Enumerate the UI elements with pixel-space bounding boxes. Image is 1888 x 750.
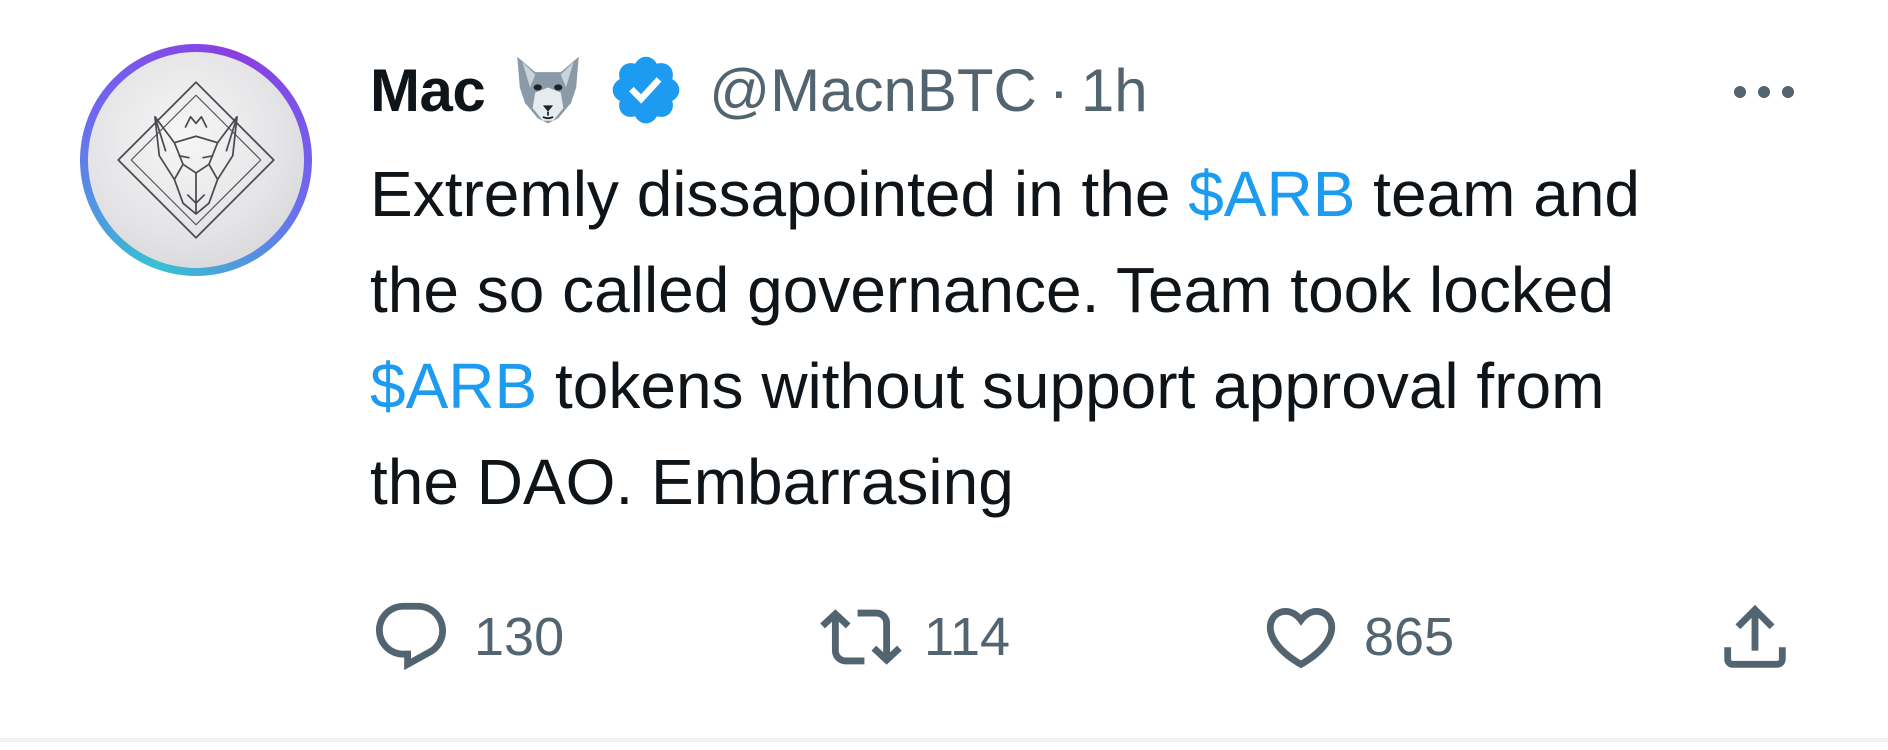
action-bar: 130 114 865 bbox=[370, 596, 1810, 678]
wolf-emoji bbox=[507, 49, 589, 131]
text-span: the DAO. Embarrasing bbox=[370, 446, 1014, 518]
tweet-line: $ARB tokens without support approval fro… bbox=[370, 338, 1830, 434]
cashtag-link[interactable]: $ARB bbox=[1188, 158, 1355, 230]
tweet-line: the DAO. Embarrasing bbox=[370, 434, 1830, 530]
author-name[interactable]: Mac bbox=[370, 56, 486, 125]
avatar-wolf-logo bbox=[88, 52, 304, 268]
reply-button[interactable]: 130 bbox=[370, 596, 564, 678]
tweet-text: Extremly dissapointed in the $ARB team a… bbox=[370, 146, 1830, 530]
more-icon[interactable] bbox=[1728, 72, 1800, 112]
like-icon bbox=[1266, 607, 1336, 669]
cashtag-link[interactable]: $ARB bbox=[370, 350, 537, 422]
verified-badge-icon[interactable] bbox=[607, 51, 685, 129]
like-count: 865 bbox=[1364, 607, 1455, 667]
tweet-timestamp[interactable]: 1h bbox=[1081, 56, 1148, 125]
avatar[interactable] bbox=[80, 44, 312, 276]
retweet-icon bbox=[820, 609, 902, 665]
tweet-line: the so called governance. Team took lock… bbox=[370, 242, 1830, 338]
text-span: Extremly dissapointed in the bbox=[370, 158, 1189, 230]
tweet-line: Extremly dissapointed in the $ARB team a… bbox=[370, 146, 1830, 242]
share-button[interactable] bbox=[1714, 596, 1796, 678]
reply-count: 130 bbox=[474, 607, 565, 667]
text-span: team and bbox=[1355, 158, 1640, 230]
reply-icon bbox=[375, 602, 447, 671]
tweet-card[interactable]: Mac @MacnBTC · 1h Extremly dissapointed … bbox=[0, 0, 1888, 742]
tweet-header: Mac @MacnBTC · 1h bbox=[370, 48, 1148, 132]
like-button[interactable]: 865 bbox=[1260, 596, 1454, 678]
share-icon bbox=[1724, 604, 1786, 668]
text-span: the so called governance. Team took lock… bbox=[370, 254, 1615, 326]
separator-dot: · bbox=[1048, 56, 1069, 124]
retweet-count: 114 bbox=[924, 607, 1011, 667]
retweet-button[interactable]: 114 bbox=[820, 596, 1010, 678]
text-span: tokens without support approval from bbox=[537, 350, 1605, 422]
author-handle[interactable]: @MacnBTC bbox=[709, 56, 1037, 125]
